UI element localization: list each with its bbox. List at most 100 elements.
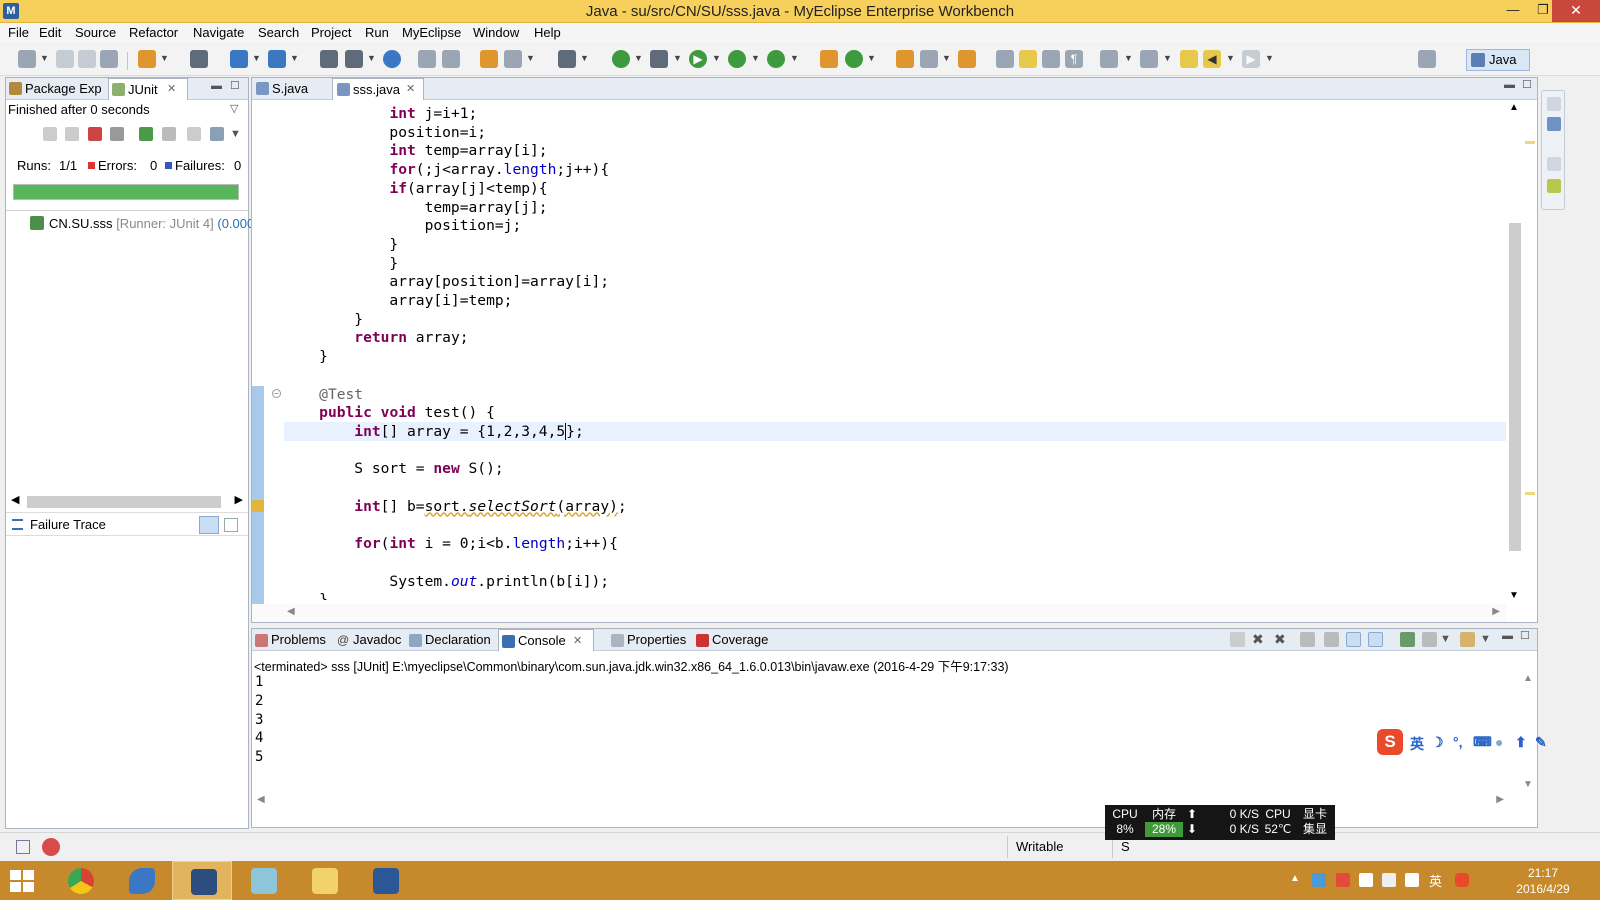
tab-coverage[interactable]: Coverage xyxy=(693,629,773,651)
scroll-left-icon[interactable]: ◀ xyxy=(257,794,265,805)
menu-source[interactable]: Source xyxy=(75,25,116,40)
overview-marker[interactable] xyxy=(1525,492,1535,495)
tab-sss-java[interactable]: sss.java ✕ xyxy=(332,78,424,100)
open-perspective-icon[interactable] xyxy=(1418,50,1436,68)
minimize-view-icon[interactable]: ▬ xyxy=(211,80,222,92)
menu-help[interactable]: Help xyxy=(534,25,561,40)
open-type-icon[interactable] xyxy=(320,50,338,68)
globe-dropdown-icon[interactable]: ▼ xyxy=(526,53,535,63)
new-ejb-icon[interactable] xyxy=(268,50,286,68)
remove-all-terminated-icon[interactable]: ✖ xyxy=(1274,632,1289,647)
history-dropdown-icon[interactable]: ▼ xyxy=(230,128,241,140)
taskbar-chrome[interactable] xyxy=(50,861,110,900)
new-dropdown-icon[interactable]: ▼ xyxy=(40,53,49,63)
run-web-icon[interactable] xyxy=(442,50,460,68)
terminate-icon[interactable] xyxy=(1230,632,1245,647)
scroll-thumb[interactable] xyxy=(1509,223,1521,551)
sogou-logo[interactable]: S xyxy=(1377,729,1403,755)
scroll-thumb[interactable] xyxy=(27,496,221,508)
scroll-up-icon[interactable]: ▲ xyxy=(1523,673,1533,684)
clear-console-icon[interactable] xyxy=(1300,632,1315,647)
start-button[interactable] xyxy=(10,870,34,892)
new-wizard-icon[interactable] xyxy=(845,50,863,68)
tab-properties[interactable]: Properties xyxy=(608,629,690,651)
view-menu-icon[interactable]: ▽ xyxy=(230,102,238,115)
console-vertical-scrollbar[interactable]: ▲ ▼ xyxy=(1520,673,1536,793)
menu-search[interactable]: Search xyxy=(258,25,299,40)
half-width-icon[interactable]: ☽ xyxy=(1431,734,1444,751)
scroll-down-icon[interactable]: ▼ xyxy=(1509,590,1519,601)
menu-project[interactable]: Project xyxy=(311,25,351,40)
soft-keyboard-icon[interactable]: ⌨ xyxy=(1473,734,1492,750)
menu-run[interactable]: Run xyxy=(365,25,389,40)
menu-refactor[interactable]: Refactor xyxy=(129,25,178,40)
screenshot-dropdown-icon[interactable]: ▼ xyxy=(580,53,589,63)
editor-vertical-scrollbar[interactable]: ▲ ▼ xyxy=(1506,100,1522,604)
next-annotation-icon[interactable] xyxy=(1100,50,1118,68)
menu-edit[interactable]: Edit xyxy=(39,25,61,40)
debug-web-icon[interactable] xyxy=(418,50,436,68)
rerun-test-icon[interactable] xyxy=(139,127,153,141)
compare-result-icon[interactable] xyxy=(224,518,238,532)
show-failures-only-icon[interactable] xyxy=(88,127,102,141)
restore-icon[interactable] xyxy=(1547,97,1561,111)
menu-window[interactable]: Window xyxy=(473,25,519,40)
ejb-dropdown-icon[interactable]: ▼ xyxy=(290,53,299,63)
volume-muted-icon[interactable] xyxy=(1405,873,1419,887)
close-tab-icon[interactable]: ✕ xyxy=(573,630,582,652)
close-tab-icon[interactable]: ✕ xyxy=(167,79,176,100)
sogou-tray-icon[interactable] xyxy=(1455,873,1469,887)
taskbar-file-explorer[interactable] xyxy=(294,861,354,900)
scroll-left-icon[interactable]: ◀ xyxy=(11,493,19,506)
run-server-dropdown-icon[interactable]: ▼ xyxy=(634,53,643,63)
external-tools-dropdown-icon[interactable]: ▼ xyxy=(790,53,799,63)
overview-marker[interactable] xyxy=(1525,141,1535,144)
show-on-stderr-icon[interactable] xyxy=(1368,632,1383,647)
tab-junit[interactable]: JUnit ✕ xyxy=(108,78,188,100)
show-on-stdout-icon[interactable] xyxy=(1346,632,1361,647)
tree-horizontal-scrollbar[interactable]: ◀ ▶ xyxy=(9,493,245,509)
run-server-icon[interactable] xyxy=(612,50,630,68)
rerun-failed-first-icon[interactable] xyxy=(162,127,176,141)
display-selected-console-icon[interactable] xyxy=(1422,632,1437,647)
tab-s-java[interactable]: S.java xyxy=(252,78,332,100)
tab-problems[interactable]: Problems xyxy=(252,629,332,651)
back-icon[interactable]: ◀ xyxy=(1203,50,1221,68)
bug-report-icon[interactable] xyxy=(42,838,60,856)
show-hidden-icons-icon[interactable]: ▲ xyxy=(1290,873,1304,887)
tray-flash-icon[interactable] xyxy=(1336,873,1350,887)
save-icon[interactable] xyxy=(56,50,74,68)
scroll-right-icon[interactable]: ▶ xyxy=(235,493,243,506)
source-code[interactable]: int j=i+1; position=i; int temp=array[i]… xyxy=(284,104,1506,600)
screenshot-icon[interactable] xyxy=(558,50,576,68)
task-list-icon[interactable] xyxy=(1547,179,1561,193)
tab-javadoc[interactable]: @ Javadoc xyxy=(334,629,404,651)
debug-dropdown-icon[interactable]: ▼ xyxy=(673,53,682,63)
deploy-icon[interactable] xyxy=(138,50,156,68)
tray-app-icon[interactable] xyxy=(1312,873,1326,887)
server-icon[interactable] xyxy=(190,50,208,68)
display-console-dropdown-icon[interactable]: ▼ xyxy=(1440,633,1451,645)
toggle-mark-icon[interactable] xyxy=(996,50,1014,68)
new-class-dropdown-icon[interactable]: ▼ xyxy=(367,53,376,63)
taskbar-notepad[interactable] xyxy=(233,861,293,900)
new-web-project-icon[interactable] xyxy=(230,50,248,68)
menu-navigate[interactable]: Navigate xyxy=(193,25,244,40)
overview-ruler[interactable] xyxy=(1523,100,1537,604)
external-tools-icon[interactable] xyxy=(767,50,785,68)
tab-package-explorer[interactable]: Package Exp xyxy=(6,78,108,100)
prev-annotation-icon[interactable] xyxy=(1140,50,1158,68)
network-icon[interactable] xyxy=(1382,873,1396,887)
warning-marker-icon[interactable] xyxy=(252,500,264,512)
user-icon[interactable]: ● xyxy=(1495,734,1503,750)
scroll-down-icon[interactable]: ▼ xyxy=(1523,779,1533,790)
save-all-icon[interactable] xyxy=(78,50,96,68)
new-package-icon[interactable] xyxy=(480,50,498,68)
taskbar-word[interactable] xyxy=(355,861,415,900)
fast-view-icon[interactable] xyxy=(16,840,30,854)
tab-console[interactable]: Console ✕ xyxy=(498,629,594,651)
new-class-icon[interactable] xyxy=(345,50,363,68)
run-dropdown-icon[interactable]: ▼ xyxy=(712,53,721,63)
tab-declaration[interactable]: Declaration xyxy=(406,629,496,651)
open-folder-icon[interactable] xyxy=(896,50,914,68)
